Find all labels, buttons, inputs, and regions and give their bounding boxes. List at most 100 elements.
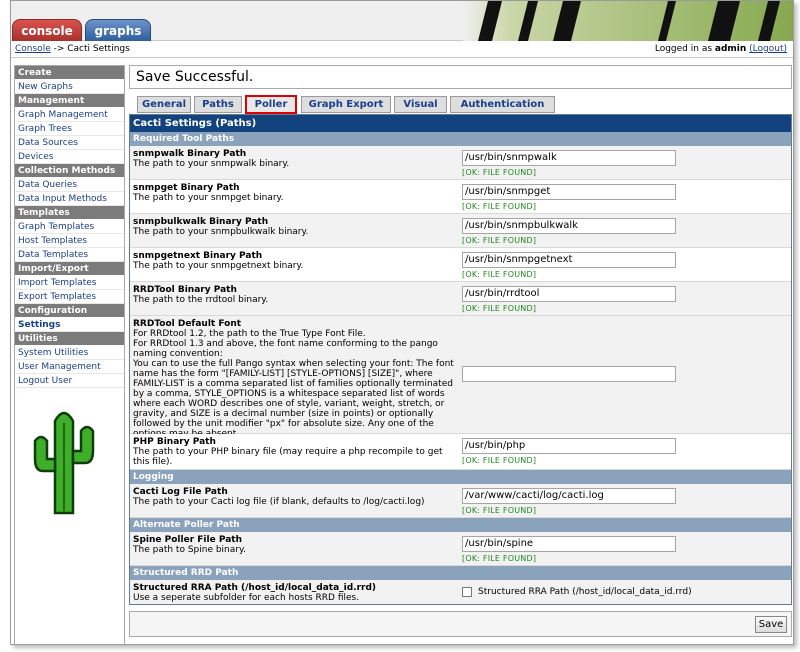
spine-title: Spine Poller File Path [133,535,242,545]
tab-graph-export[interactable]: Graph Export [301,96,391,113]
breadcrumb-console-link[interactable]: Console [15,44,51,54]
row-snmpbulkwalk: snmpbulkwalk Binary Path The path to your… [130,214,791,248]
top-bar: console graphs [11,1,793,41]
row-php: PHP Binary Path The path to your PHP bina… [130,434,791,470]
menu-head-templates: Templates [15,206,124,220]
settings-tabs: General Paths Poller Graph Export Visual… [129,95,792,114]
logged-in-label: Logged in as [654,44,715,54]
sidebar-item-new-graphs[interactable]: New Graphs [15,80,124,94]
snmpwalk-path-input[interactable]: /usr/bin/snmpwalk [462,150,676,166]
menu-head-collection-methods: Collection Methods [15,164,124,178]
sidebar-item-data-queries[interactable]: Data Queries [15,178,124,192]
sidebar-item-export-templates[interactable]: Export Templates [15,290,124,304]
section-required-tool-paths: Required Tool Paths [130,132,791,146]
sidebar-item-graph-management[interactable]: Graph Management [15,108,124,122]
username: admin [714,44,747,54]
row-cacti-log: Cacti Log File Path The path to your Cact… [130,484,791,518]
php-title: PHP Binary Path [133,437,216,447]
tab-visual[interactable]: Visual [394,96,447,113]
snmpwalk-title: snmpwalk Binary Path [133,149,247,159]
sidebar-item-devices[interactable]: Devices [15,150,124,164]
snmpbulkwalk-title: snmpbulkwalk Binary Path [133,217,269,227]
tab-poller[interactable]: Poller [245,95,297,114]
panel-title: Cacti Settings (Paths) [130,115,791,132]
php-ok-status: [OK: FILE FOUND] [462,456,537,465]
main-content: Save Successful. General Paths Poller Gr… [129,65,792,637]
php-desc: The path to your PHP binary file (may re… [133,447,443,467]
snmpgetnext-ok-status: [OK: FILE FOUND] [462,270,537,279]
breadcrumb-current: Cacti Settings [67,44,130,54]
font-title: RRDTool Default Font [133,319,242,329]
row-spine: Spine Poller File Path The path to Spine … [130,532,791,566]
menu-head-create: Create [15,66,124,80]
php-path-input[interactable]: /usr/bin/php [462,438,676,454]
sidebar-item-user-management[interactable]: User Management [15,360,124,374]
tab-paths[interactable]: Paths [194,96,242,113]
sidebar-item-settings[interactable]: Settings [15,318,124,332]
logout-link[interactable]: (Logout) [749,44,787,54]
log-ok-status: [OK: FILE FOUND] [462,506,537,515]
snmpwalk-ok-status: [OK: FILE FOUND] [462,168,537,177]
font-input[interactable] [462,366,676,382]
save-bar: Save [129,611,792,637]
sidebar-item-data-input-methods[interactable]: Data Input Methods [15,192,124,206]
section-structured-rrd: Structured RRD Path [130,566,791,580]
rrdtool-path-input[interactable]: /usr/bin/rrdtool [462,286,676,302]
row-snmpget: snmpget Binary Path The path to your snmp… [130,180,791,214]
snmpgetnext-title: snmpgetnext Binary Path [133,251,263,261]
sidebar-item-logout-user[interactable]: Logout User [15,374,124,388]
menu-head-utilities: Utilities [15,332,124,346]
rrdtool-desc: The path to the rrdtool binary. [133,295,269,305]
sidebar-item-import-templates[interactable]: Import Templates [15,276,124,290]
console-tab[interactable]: console [12,19,82,41]
snmpget-title: snmpget Binary Path [133,183,240,193]
section-logging: Logging [130,470,791,484]
menu-head-management: Management [15,94,124,108]
sidebar-item-system-utilities[interactable]: System Utilities [15,346,124,360]
row-rrdtool: RRDTool Binary Path The path to the rrdto… [130,282,791,316]
snmpgetnext-path-input[interactable]: /usr/bin/snmpgetnext [462,252,676,268]
snmpget-desc: The path to your snmpget binary. [133,193,284,203]
sidebar-item-data-templates[interactable]: Data Templates [15,248,124,262]
row-structured-rra: Structured RRA Path (/host_id/local_data… [130,580,791,604]
rrdtool-title: RRDTool Binary Path [133,285,237,295]
breadcrumb: Console -> Cacti Settings Logged in as a… [11,41,793,58]
font-desc: For RRDtool 1.2, the path to the True Ty… [133,329,454,439]
log-desc: The path to your Cacti log file (if blan… [133,497,425,507]
spine-ok-status: [OK: FILE FOUND] [462,554,537,563]
snmpget-path-input[interactable]: /usr/bin/snmpget [462,184,676,200]
graphs-tab[interactable]: graphs [85,19,151,41]
section-alternate-poller: Alternate Poller Path [130,518,791,532]
snmpbulkwalk-path-input[interactable]: /usr/bin/snmpbulkwalk [462,218,676,234]
structured-rra-checkbox[interactable] [462,587,472,597]
snmpget-ok-status: [OK: FILE FOUND] [462,202,537,211]
save-button[interactable]: Save [755,616,787,633]
structured-checkbox-label: Structured RRA Path (/host_id/local_data… [478,587,692,597]
rrdtool-ok-status: [OK: FILE FOUND] [462,304,537,313]
cactus-logo-icon [33,411,95,515]
log-path-input[interactable]: /var/www/cacti/log/cacti.log [462,488,676,504]
sidebar-item-graph-trees[interactable]: Graph Trees [15,122,124,136]
sidebar-menu: Create New Graphs Management Graph Manag… [14,65,125,644]
structured-title: Structured RRA Path (/host_id/local_data… [133,583,377,593]
snmpgetnext-desc: The path to your snmpgetnext binary. [133,261,304,271]
spine-path-input[interactable]: /usr/bin/spine [462,536,676,552]
sidebar-item-graph-templates[interactable]: Graph Templates [15,220,124,234]
header-cactus-artwork [463,1,793,41]
menu-head-configuration: Configuration [15,304,124,318]
structured-desc: Use a seperate subfolder for each hosts … [133,593,360,603]
snmpbulkwalk-ok-status: [OK: FILE FOUND] [462,236,537,245]
browser-frame: console graphs Console -> Cacti Settings… [10,0,794,645]
snmpbulkwalk-desc: The path to your snmpbulkwalk binary. [133,227,309,237]
spine-desc: The path to Spine binary. [133,545,246,555]
sidebar-item-data-sources[interactable]: Data Sources [15,136,124,150]
tab-authentication[interactable]: Authentication [450,96,555,113]
row-rrdtool-font: RRDTool Default Font For RRDtool 1.2, the… [130,316,791,439]
menu-head-import-export: Import/Export [15,262,124,276]
sidebar-item-host-templates[interactable]: Host Templates [15,234,124,248]
breadcrumb-separator: -> [50,44,68,54]
snmpwalk-desc: The path to your snmpwalk binary. [133,159,290,169]
tab-general[interactable]: General [137,96,191,113]
settings-panel: Cacti Settings (Paths) Required Tool Pat… [129,114,792,605]
login-status: Logged in as admin (Logout) [655,41,787,57]
